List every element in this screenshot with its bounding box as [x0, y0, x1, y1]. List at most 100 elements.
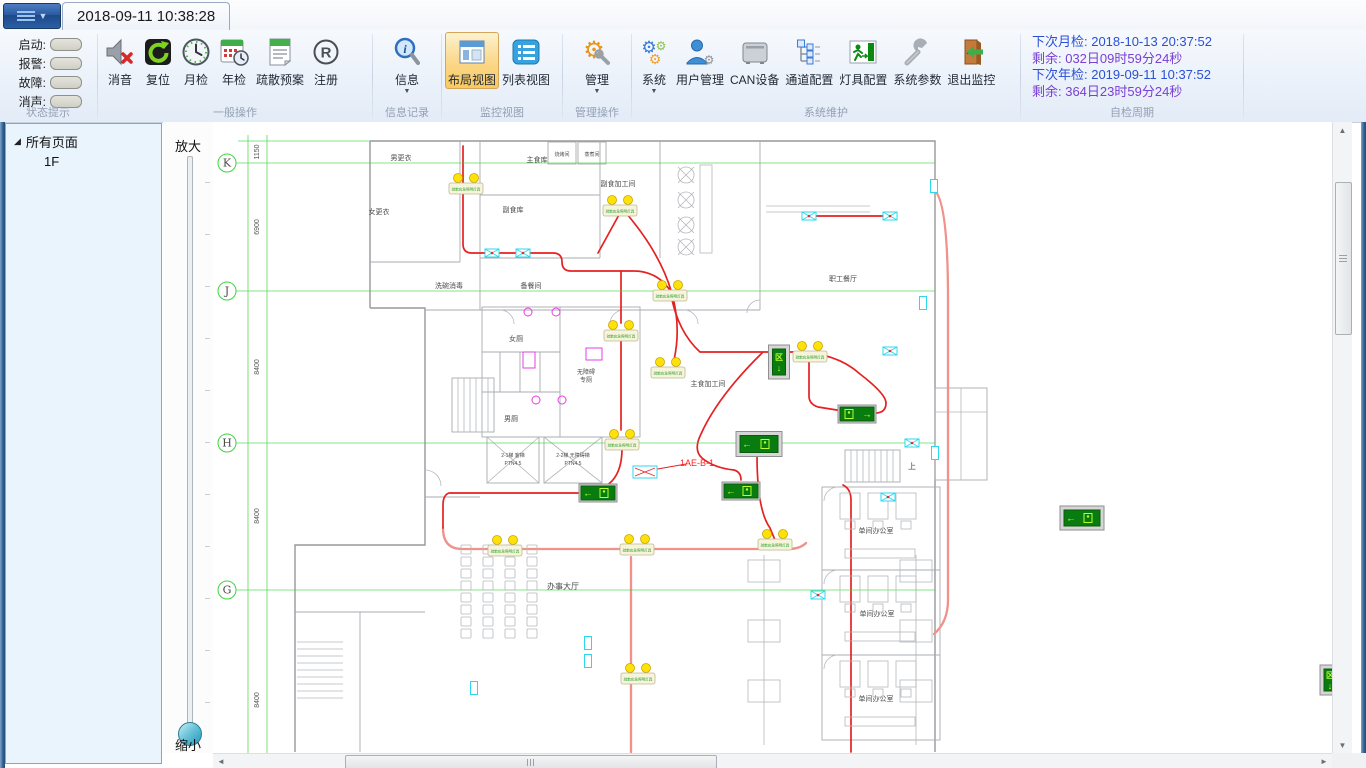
clock-icon: [180, 36, 212, 68]
svg-text:疏散应急照明灯具: 疏散应急照明灯具: [654, 371, 683, 376]
scroll-left-arrow[interactable]: ◄: [213, 754, 229, 768]
wall-marker-device[interactable]: [585, 637, 592, 650]
lamp-marker-device[interactable]: [881, 493, 895, 501]
room-label: 单间办公室: [859, 526, 894, 535]
exit-sign-device[interactable]: ←: [579, 484, 617, 502]
chair: [505, 581, 515, 590]
zoom-out-label: 缩小: [163, 735, 213, 754]
room-label: 副食库: [503, 205, 524, 214]
svg-text:⚙: ⚙: [649, 52, 662, 68]
emergency-lamp-device[interactable]: 疏散应急照明灯具: [651, 358, 685, 379]
app-menu-button[interactable]: ▼: [3, 3, 61, 29]
gear-wrench-icon: ⚙: [581, 36, 613, 68]
chair: [483, 629, 493, 638]
user-management-button[interactable]: ⚙ 用户管理: [673, 32, 727, 89]
annual-remaining: 剩余: 364日23时59分24秒: [1032, 84, 1232, 101]
list-view-button[interactable]: 列表视图: [499, 32, 553, 89]
zoom-slider-ticks: [205, 182, 210, 722]
emergency-lamp-device[interactable]: 疏散应急照明灯具: [605, 430, 639, 451]
wall-marker-device[interactable]: [920, 297, 927, 310]
lamp-marker-device[interactable]: [883, 347, 897, 355]
room-label: 主食加工间: [691, 379, 726, 388]
scroll-up-arrow[interactable]: ▲: [1333, 122, 1352, 138]
lamp-config-button[interactable]: 灯具配置: [836, 32, 890, 89]
junction-box-device[interactable]: [633, 466, 657, 478]
gears-icon: ⚙⚙⚙: [638, 36, 670, 68]
exit-monitor-button[interactable]: 退出监控: [944, 32, 998, 89]
exit-sign-device[interactable]: 区↓: [769, 345, 790, 379]
register-button[interactable]: R 注册: [307, 32, 345, 89]
lamp-marker-device[interactable]: [905, 439, 919, 447]
wall-marker-device[interactable]: [585, 655, 592, 668]
zoom-slider-track[interactable]: [187, 156, 193, 728]
scroll-right-arrow[interactable]: ►: [1316, 754, 1332, 768]
toilet-fixtures: [523, 308, 602, 404]
annual-check-button[interactable]: 年检: [215, 32, 253, 89]
chair: [527, 581, 537, 590]
emergency-lamp-device[interactable]: 疏散应急照明灯具: [603, 196, 637, 217]
emergency-lamp-device[interactable]: 疏散应急照明灯具: [621, 664, 655, 685]
scroll-down-arrow[interactable]: ▼: [1333, 737, 1352, 753]
can-device-button[interactable]: CAN设备: [727, 32, 782, 89]
room-label: 主食库: [527, 155, 548, 164]
exit-sign-device[interactable]: ←: [736, 432, 782, 457]
emergency-lamp-device[interactable]: 疏散应急照明灯具: [620, 535, 654, 556]
lamp-marker-device[interactable]: [485, 249, 499, 257]
lamp-marker-device[interactable]: [883, 212, 897, 220]
chevron-down-icon: ▼: [651, 88, 658, 96]
lamp-marker-device[interactable]: [802, 212, 816, 220]
emergency-lamp-device[interactable]: 疏散应急照明灯具: [488, 536, 522, 557]
manage-button[interactable]: ⚙ 管理 ▼: [578, 32, 616, 97]
horizontal-scrollbar[interactable]: ◄ ►: [213, 753, 1332, 768]
chair: [527, 557, 537, 566]
emergency-lamp-device[interactable]: 疏散应急照明灯具: [793, 342, 827, 363]
group-separator: [372, 34, 373, 118]
tree-expand-icon[interactable]: ◢: [14, 136, 21, 147]
emergency-lamp-device[interactable]: 疏散应急照明灯具: [653, 281, 687, 302]
tree-node-all-pages[interactable]: ◢ 所有页面: [6, 124, 161, 151]
monthly-check-button[interactable]: 月检: [177, 32, 215, 89]
svg-text:疏散应急照明灯具: 疏散应急照明灯具: [606, 209, 635, 214]
tree-node-1f[interactable]: 1F: [6, 151, 161, 169]
wall-marker-device[interactable]: [471, 682, 478, 695]
evacuation-plan-button[interactable]: 疏散预案: [253, 32, 307, 89]
exit-sign-device[interactable]: ←: [722, 482, 760, 500]
scrollbar-corner: [1332, 753, 1366, 768]
vertical-scroll-thumb[interactable]: [1335, 182, 1352, 335]
lamp-marker-device[interactable]: [811, 591, 825, 599]
wall-marker-device[interactable]: [931, 180, 938, 193]
vertical-scrollbar[interactable]: ▲ ▼: [1332, 122, 1352, 753]
device-box-icon: [739, 36, 771, 68]
active-tab[interactable]: 2018-09-11 10:38:28: [62, 2, 230, 30]
circuit-label: 1AE-B-1: [680, 458, 714, 468]
group-label-status: 状态提示: [0, 104, 96, 120]
reset-icon: [142, 36, 174, 68]
room-label: 单间办公室: [860, 609, 895, 618]
svg-text:⚙: ⚙: [704, 53, 715, 67]
emergency-lamp-device[interactable]: 疏散应急照明灯具: [758, 530, 792, 551]
status-indicator-start: [50, 38, 82, 51]
floorplan-canvas[interactable]: KJHG11506900840084008400男更衣女更衣主食库副食库烧烤间蒸…: [213, 122, 1332, 753]
system-params-button[interactable]: 系统参数: [890, 32, 944, 89]
group-separator: [1020, 34, 1021, 118]
exit-sign-device[interactable]: 区↓: [1320, 665, 1332, 695]
grid-dimension: 6900: [254, 219, 261, 235]
channel-config-button[interactable]: 通道配置: [782, 32, 836, 89]
grid-dimension: 8400: [254, 508, 261, 524]
grid-axis-letter: H: [222, 437, 232, 450]
group-separator: [441, 34, 442, 118]
layout-view-button[interactable]: 布局视图: [445, 32, 499, 89]
chair: [505, 605, 515, 614]
lamp-marker-device[interactable]: [516, 249, 530, 257]
exit-sign-device[interactable]: →: [838, 405, 876, 423]
horizontal-scroll-thumb[interactable]: [345, 755, 717, 768]
exit-sign-device[interactable]: ←: [1060, 506, 1104, 530]
info-button[interactable]: i 信息 ▼: [388, 32, 426, 97]
reset-button[interactable]: 复位: [139, 32, 177, 89]
system-button[interactable]: ⚙⚙⚙ 系统 ▼: [635, 32, 673, 97]
chair: [461, 593, 471, 602]
group-general: 消音 复位 月检 年检 疏散预案: [99, 30, 371, 122]
mute-button[interactable]: 消音: [101, 32, 139, 89]
wall-marker-device[interactable]: [932, 447, 939, 460]
emergency-lamp-device[interactable]: 疏散应急照明灯具: [449, 174, 483, 195]
